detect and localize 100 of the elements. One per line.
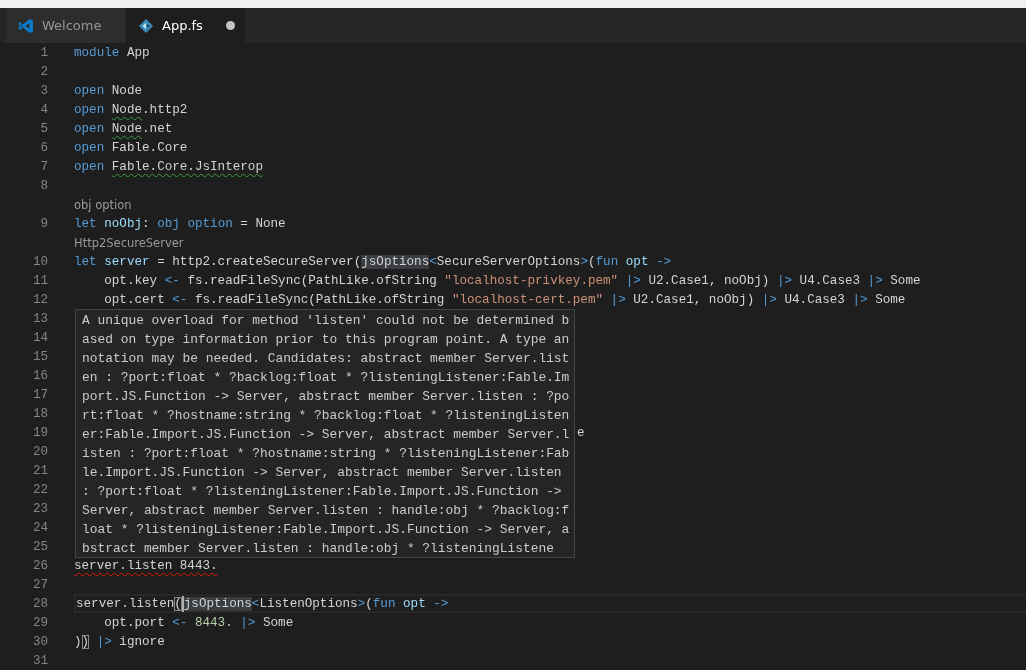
- line-number: 24: [31, 520, 48, 535]
- code-token: server: [103, 254, 150, 269]
- code-token: (: [365, 596, 373, 611]
- text-cursor: [181, 595, 184, 612]
- line-number: 18: [31, 406, 48, 421]
- matched-bracket: ): [81, 634, 90, 649]
- code-token: opt.port: [103, 615, 166, 630]
- code-token: U2.Case1, noObj): [632, 292, 756, 307]
- code-token: <-: [172, 615, 188, 630]
- code-token: Some: [874, 292, 906, 307]
- line-number: 31: [31, 653, 48, 668]
- code-token: fs.readFileSync(PathLike.ofString: [193, 292, 446, 307]
- line-number: 17: [31, 387, 48, 402]
- code-token: |>: [761, 292, 777, 307]
- line-number: 8: [39, 178, 48, 193]
- code-token: opt: [402, 596, 427, 611]
- code-token: opt.key: [103, 273, 159, 288]
- code-token-squiggled: server.listen 8443.: [74, 558, 218, 573]
- code-token: Node: [110, 83, 143, 98]
- code-token: = http2.createSecureServer(: [156, 254, 362, 269]
- code-token: let: [74, 254, 97, 269]
- code-token: |>: [776, 273, 793, 288]
- code-token: |>: [867, 273, 883, 288]
- code-token: <: [429, 254, 437, 269]
- code-token: (: [587, 254, 596, 269]
- code-token: <: [251, 596, 260, 611]
- line-number: 28: [31, 596, 48, 611]
- line-number: 14: [31, 330, 48, 345]
- vscode-logo-icon: [18, 17, 34, 34]
- line-number: 19: [31, 425, 48, 440]
- code-token: ): [74, 634, 82, 649]
- code-token: noObj: [103, 216, 143, 231]
- line-number: 16: [31, 368, 48, 383]
- code-token: ListenOptions: [259, 596, 358, 611]
- code-token: obj option: [157, 216, 233, 231]
- line-number: 27: [31, 577, 48, 592]
- code-token: open: [74, 83, 105, 98]
- line-number: 26: [31, 558, 48, 573]
- line-number: 22: [31, 482, 48, 497]
- code-token: open: [74, 102, 106, 117]
- code-token: module: [74, 45, 120, 60]
- line-number: 7: [39, 159, 48, 174]
- code-token: e: [577, 425, 585, 440]
- code-token: "localhost-privkey.pem": [444, 273, 619, 288]
- code-token: Fable.Core: [110, 140, 188, 155]
- code-token: "localhost-cert.pem": [451, 292, 604, 307]
- code-token: SecureServerOptions: [436, 254, 581, 269]
- code-token: ->: [656, 254, 672, 269]
- line-number: 21: [31, 463, 48, 478]
- code-token: let: [74, 216, 97, 231]
- line-number: 2: [39, 64, 48, 79]
- line-number: 3: [39, 83, 48, 98]
- editor-tab[interactable]: Welcome: [6, 8, 126, 43]
- code-token: ->: [433, 596, 449, 611]
- line-number: 5: [39, 121, 48, 136]
- code-token: ignore: [118, 634, 165, 649]
- code-token: open: [74, 121, 106, 136]
- highlighted-token: jsOptions: [183, 596, 252, 611]
- line-number: 9: [39, 216, 48, 231]
- code-token: None: [255, 216, 286, 231]
- code-token: .net: [142, 121, 173, 136]
- line-number: 15: [31, 349, 48, 364]
- code-token: open: [74, 159, 106, 174]
- code-token: opt: [624, 254, 650, 269]
- code-token: fun: [595, 254, 619, 269]
- code-token: >: [357, 596, 366, 611]
- code-token: |>: [95, 634, 112, 649]
- code-token: |>: [852, 292, 868, 307]
- code-token: .http2: [142, 102, 188, 117]
- code-token: 8443.: [193, 615, 233, 630]
- code-token: fs.readFileSync(PathLike.ofString: [186, 273, 438, 288]
- code-token: <-: [172, 292, 188, 307]
- code-lens[interactable]: Http2SecureServer: [74, 235, 184, 250]
- line-number: 29: [31, 615, 48, 630]
- code-token: U4.Case3: [798, 273, 862, 288]
- code-token: =: [239, 216, 249, 231]
- line-number: 23: [31, 501, 48, 516]
- code-token: server.listen: [76, 596, 175, 611]
- code-lens[interactable]: obj option: [74, 197, 132, 212]
- code-token: |>: [239, 615, 256, 630]
- line-number: 20: [31, 444, 48, 459]
- code-token: :: [142, 216, 151, 231]
- code-token: open: [74, 140, 105, 155]
- line-number: 12: [31, 292, 48, 307]
- code-token: opt.cert: [103, 292, 166, 307]
- code-token: fun: [372, 596, 396, 611]
- line-number: 1: [39, 45, 48, 60]
- line-number: 11: [31, 273, 48, 288]
- highlighted-token: jsOptions: [361, 254, 430, 269]
- code-token: App: [125, 45, 150, 60]
- code-token: >: [580, 254, 588, 269]
- editor-tab[interactable]: App.fs: [126, 8, 246, 43]
- line-number: 13: [31, 311, 48, 326]
- code-token: Some: [889, 273, 921, 288]
- line-number: 4: [39, 102, 48, 117]
- code-token-squiggled: Node: [111, 121, 143, 136]
- line-number: 10: [31, 254, 48, 269]
- code-token-squiggled: Node: [111, 102, 143, 117]
- fsharp-file-icon: [138, 17, 154, 34]
- line-number: 30: [31, 634, 48, 649]
